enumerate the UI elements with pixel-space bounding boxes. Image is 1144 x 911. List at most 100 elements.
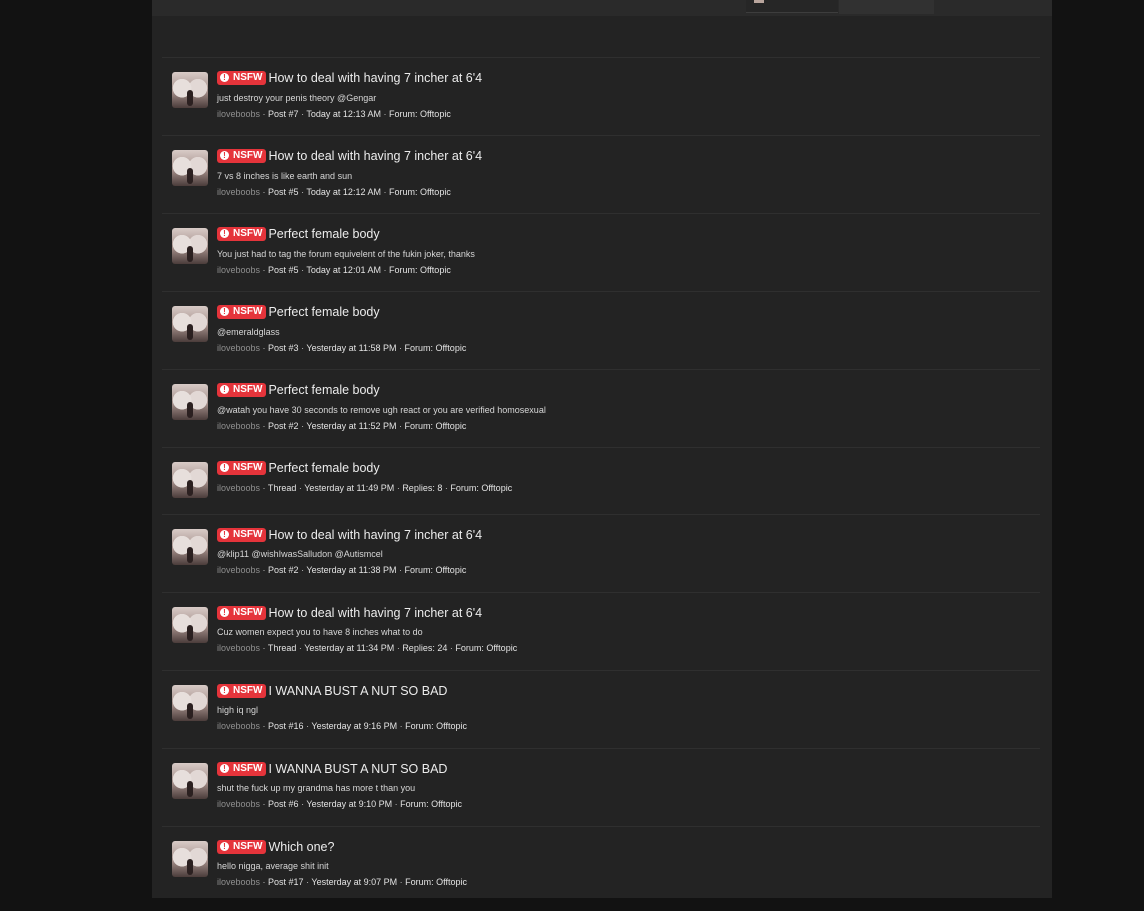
meta-separator: · <box>260 565 269 575</box>
search-result-item[interactable]: ! NSFW Which one? hello nigga, average shit… <box>162 826 1040 898</box>
exclamation-icon: ! <box>220 530 229 539</box>
avatar[interactable] <box>172 607 208 643</box>
nsfw-badge-label: NSFW <box>233 228 263 239</box>
search-result-item[interactable]: ! NSFW How to deal with having 7 incher at… <box>162 57 1040 136</box>
result-timestamp: Yesterday at 11:52 PM <box>306 421 397 431</box>
result-forum-link[interactable]: Forum: Offtopic <box>405 721 467 731</box>
result-type: Post #5 <box>268 187 299 197</box>
result-meta: iloveboobs · Post #6 · Yesterday at 9:10… <box>217 798 462 810</box>
result-title-line: ! NSFW How to deal with having 7 incher at… <box>217 70 482 87</box>
search-result-item[interactable]: ! NSFW How to deal with having 7 incher at… <box>162 592 1040 671</box>
result-forum-link[interactable]: Forum: Offtopic <box>400 799 462 809</box>
result-title-link[interactable]: I WANNA BUST A NUT SO BAD <box>268 683 447 700</box>
result-timestamp: Yesterday at 11:38 PM <box>306 565 397 575</box>
result-meta: iloveboobs · Post #5 · Today at 12:01 AM… <box>217 264 451 276</box>
result-forum-link[interactable]: Forum: Offtopic <box>404 421 466 431</box>
result-title-line: ! NSFW I WANNA BUST A NUT SO BAD <box>217 683 447 700</box>
meta-separator: · <box>392 799 401 809</box>
result-title-link[interactable]: Which one? <box>268 839 334 856</box>
account-menu[interactable] <box>746 0 838 13</box>
avatar[interactable] <box>172 763 208 799</box>
search-result-item[interactable]: ! NSFW Perfect female body You just had to … <box>162 213 1040 292</box>
search-result-item[interactable]: ! NSFW How to deal with having 7 incher at… <box>162 514 1040 593</box>
result-title-link[interactable]: Perfect female body <box>268 304 379 321</box>
result-type: Thread <box>267 643 297 653</box>
avatar[interactable] <box>172 306 208 342</box>
nsfw-badge: ! NSFW <box>217 305 267 319</box>
result-title-link[interactable]: How to deal with having 7 incher at 6'4 <box>268 605 482 622</box>
search-result-item[interactable]: ! NSFW I WANNA BUST A NUT SO BAD shut the f… <box>162 748 1040 827</box>
result-username-link[interactable]: iloveboobs <box>217 721 260 731</box>
result-timestamp: Yesterday at 9:07 PM <box>311 877 398 887</box>
result-username-link[interactable]: iloveboobs <box>217 643 260 653</box>
result-username-link[interactable]: iloveboobs <box>217 109 260 119</box>
result-forum-link[interactable]: Forum: Offtopic <box>404 565 466 575</box>
result-meta: iloveboobs · Post #7 · Today at 12:13 AM… <box>217 108 451 120</box>
result-title-line: ! NSFW How to deal with having 7 incher at… <box>217 148 482 165</box>
search-box[interactable] <box>839 0 934 14</box>
result-snippet: shut the fuck up my grandma has more t t… <box>217 783 416 793</box>
result-username-link[interactable]: iloveboobs <box>217 483 260 493</box>
result-meta: iloveboobs · Post #5 · Today at 12:12 AM… <box>217 186 451 198</box>
avatar[interactable] <box>172 841 208 877</box>
meta-separator: · <box>397 877 406 887</box>
search-result-item[interactable]: ! NSFW Perfect female body iloveboobs · Thr… <box>162 447 1040 515</box>
result-username-link[interactable]: iloveboobs <box>217 187 260 197</box>
nsfw-badge-label: NSFW <box>233 685 263 696</box>
meta-separator: · <box>260 109 269 119</box>
nsfw-badge-label: NSFW <box>233 384 263 395</box>
result-username-link[interactable]: iloveboobs <box>217 877 260 887</box>
nsfw-badge: ! NSFW <box>217 383 267 397</box>
result-replies: Replies: 8 <box>402 483 443 493</box>
result-title-line: ! NSFW Perfect female body <box>217 226 380 243</box>
result-username-link[interactable]: iloveboobs <box>217 565 260 575</box>
meta-separator: · <box>260 187 269 197</box>
avatar[interactable] <box>172 384 208 420</box>
result-snippet: Cuz women expect you to have 8 inches wh… <box>217 627 423 637</box>
nsfw-badge: ! NSFW <box>217 762 267 776</box>
search-result-item[interactable]: ! NSFW Perfect female body @emeraldglass ilo… <box>162 291 1040 370</box>
result-title-link[interactable]: Perfect female body <box>268 226 379 243</box>
avatar[interactable] <box>172 150 208 186</box>
exclamation-icon: ! <box>220 686 229 695</box>
result-forum-link[interactable]: Forum: Offtopic <box>404 343 466 353</box>
result-username-link[interactable]: iloveboobs <box>217 799 260 809</box>
result-forum-link[interactable]: Forum: Offtopic <box>450 483 512 493</box>
avatar[interactable] <box>754 0 764 3</box>
result-username-link[interactable]: iloveboobs <box>217 343 260 353</box>
result-title-link[interactable]: How to deal with having 7 incher at 6'4 <box>268 70 482 87</box>
result-meta: iloveboobs · Post #2 · Yesterday at 11:5… <box>217 420 466 432</box>
nsfw-badge-label: NSFW <box>233 607 263 618</box>
result-title-link[interactable]: How to deal with having 7 incher at 6'4 <box>268 527 482 544</box>
result-forum-link[interactable]: Forum: Offtopic <box>389 187 451 197</box>
result-forum-link[interactable]: Forum: Offtopic <box>405 877 467 887</box>
exclamation-icon: ! <box>220 307 229 316</box>
avatar[interactable] <box>172 462 208 498</box>
search-result-item[interactable]: ! NSFW I WANNA BUST A NUT SO BAD high iq ng… <box>162 670 1040 749</box>
result-type: Post #6 <box>268 799 299 809</box>
avatar[interactable] <box>172 72 208 108</box>
result-title-link[interactable]: Perfect female body <box>268 382 379 399</box>
result-meta: iloveboobs · Thread · Yesterday at 11:34… <box>217 642 517 654</box>
result-username-link[interactable]: iloveboobs <box>217 265 260 275</box>
search-results-page: joveriloveboobs · Post #13 · Today at 12… <box>152 0 1052 898</box>
result-title-link[interactable]: Perfect female body <box>268 460 379 477</box>
avatar[interactable] <box>172 529 208 565</box>
result-username-link[interactable]: iloveboobs <box>217 421 260 431</box>
result-forum-link[interactable]: Forum: Offtopic <box>389 265 451 275</box>
avatar[interactable] <box>172 228 208 264</box>
meta-separator: · <box>260 483 268 493</box>
search-result-item[interactable]: ! NSFW How to deal with having 7 incher at… <box>162 135 1040 214</box>
result-forum-link[interactable]: Forum: Offtopic <box>389 109 451 119</box>
nsfw-badge-label: NSFW <box>233 462 263 473</box>
result-timestamp: Yesterday at 11:49 PM <box>304 483 395 493</box>
result-title-link[interactable]: How to deal with having 7 incher at 6'4 <box>268 148 482 165</box>
meta-separator: · <box>380 109 389 119</box>
result-forum-link[interactable]: Forum: Offtopic <box>455 643 517 653</box>
result-timestamp: Yesterday at 11:34 PM <box>304 643 395 653</box>
result-title-line: ! NSFW How to deal with having 7 incher at… <box>217 605 482 622</box>
nsfw-badge: ! NSFW <box>217 528 267 542</box>
result-title-link[interactable]: I WANNA BUST A NUT SO BAD <box>268 761 447 778</box>
avatar[interactable] <box>172 685 208 721</box>
search-result-item[interactable]: ! NSFW Perfect female body @watah you have … <box>162 369 1040 448</box>
